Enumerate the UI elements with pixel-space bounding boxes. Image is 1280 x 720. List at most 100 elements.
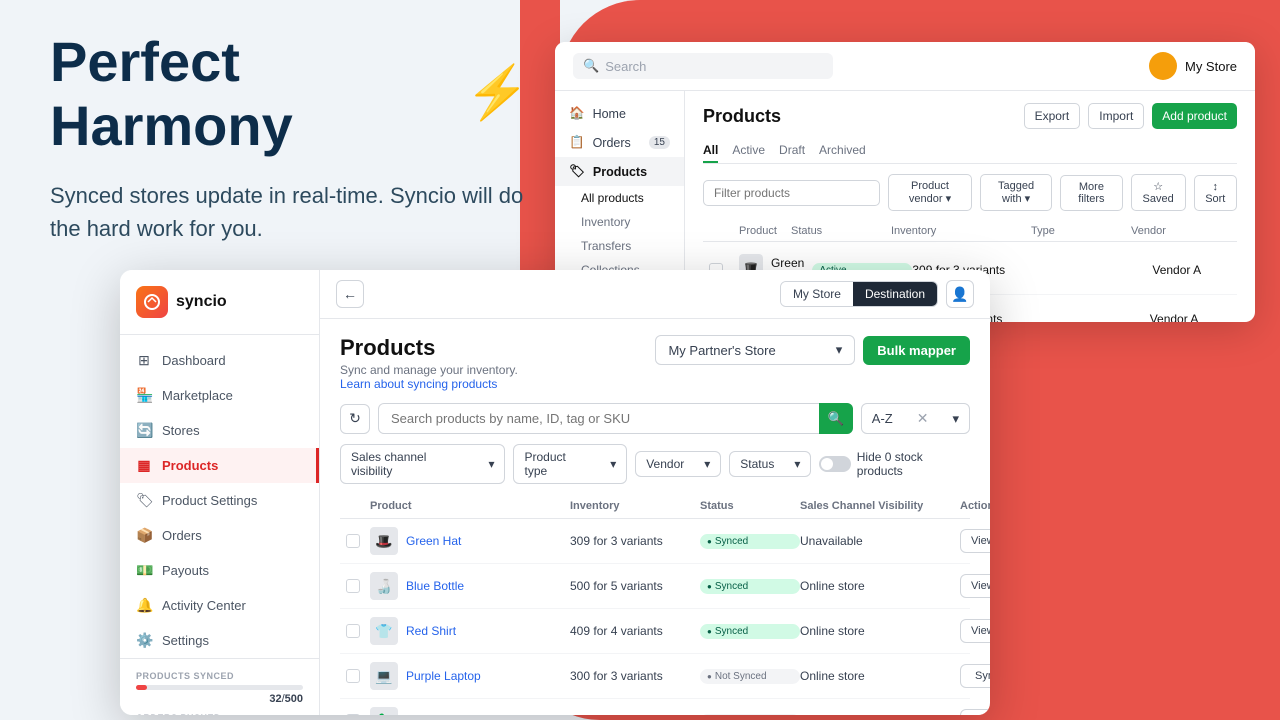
row4-product-link[interactable]: Purple Laptop — [406, 669, 481, 683]
shopify-col-type: Type — [1031, 225, 1131, 237]
syncio-nav-product-settings[interactable]: 🏷 Product Settings — [120, 483, 319, 518]
refresh-button[interactable]: ↻ — [340, 404, 370, 434]
shopify-nav-products[interactable]: 🏷 Products — [555, 157, 684, 186]
shopify-sub-all-products[interactable]: All products — [555, 186, 684, 210]
shopify-nav-orders[interactable]: 📋 Orders 15 — [555, 128, 684, 157]
syncio-nav-marketplace[interactable]: 🏪 Marketplace — [120, 378, 319, 413]
row1-view-sync-button[interactable]: View sync — [960, 529, 990, 553]
shopify-saved-filter[interactable]: ☆ Saved — [1131, 174, 1186, 211]
shopify-main-header: Products Export Import Add product — [703, 103, 1237, 129]
search-submit-button[interactable]: 🔍 — [819, 403, 853, 434]
row5-checkbox[interactable] — [346, 714, 360, 715]
syncio-nav-stores[interactable]: 🔄 Stores — [120, 413, 319, 448]
row4-checkbox[interactable] — [346, 669, 360, 683]
row2-view-sync-button[interactable]: View sync — [960, 574, 990, 598]
dashboard-icon: ⊞ — [136, 352, 152, 369]
shopify-tab-draft[interactable]: Draft — [779, 139, 805, 163]
row5-status-badge: Not Synced — [700, 714, 800, 716]
shopify-export-button[interactable]: Export — [1024, 103, 1081, 129]
hide-zero-stock-toggle[interactable] — [819, 456, 850, 472]
bulk-mapper-button[interactable]: Bulk mapper — [863, 336, 970, 365]
shopify-more-filters[interactable]: More filters — [1060, 175, 1123, 211]
shopify-vendor-filter[interactable]: Product vendor ▾ — [888, 174, 972, 211]
shopify-row2-vendor: Vendor A — [1150, 312, 1250, 322]
marketplace-icon: 🏪 — [136, 387, 152, 404]
sort-clear-icon[interactable]: ✕ — [917, 410, 929, 427]
shopify-topbar: 🔍 Search My Store — [555, 42, 1255, 91]
home-icon: 🏠 — [569, 106, 585, 121]
row3-channel: Online store — [800, 624, 960, 638]
shopify-col-status: Status — [791, 225, 891, 237]
syncio-nav-payouts[interactable]: 💵 Payouts — [120, 553, 319, 588]
row1-checkbox[interactable] — [346, 534, 360, 548]
col-status-header: Status — [700, 500, 800, 512]
shopify-col-product: Product — [739, 225, 791, 237]
shopify-import-button[interactable]: Import — [1088, 103, 1144, 129]
row2-action-group: View sync ▾ — [960, 574, 990, 599]
row5-product-link[interactable]: Yellow Rubber Duck — [406, 714, 514, 715]
shopify-tab-active[interactable]: Active — [732, 139, 765, 163]
row4-product-cell: 💻 Purple Laptop — [370, 662, 570, 690]
destination-toggle-btn[interactable]: Destination — [853, 282, 937, 306]
shopify-col-vendor: Vendor — [1131, 225, 1231, 237]
product-type-filter[interactable]: Product type ▾ — [513, 444, 627, 484]
shopify-search[interactable]: 🔍 Search — [573, 53, 833, 79]
product-settings-icon: 🏷 — [136, 492, 152, 509]
row3-action-group: View sync ▾ — [960, 619, 990, 644]
col-check-header — [346, 500, 370, 512]
row1-product-cell: 🎩 Green Hat — [370, 527, 570, 555]
shopify-row1-vendor: Vendor A — [1152, 263, 1252, 277]
table-row: 🍶 Blue Bottle 500 for 5 variants Synced … — [340, 564, 970, 609]
syncio-nav-dashboard[interactable]: ⊞ Dashboard — [120, 343, 319, 378]
shopify-sub-inventory[interactable]: Inventory — [555, 210, 684, 234]
syncio-nav-marketplace-label: Marketplace — [162, 388, 233, 403]
row4-sync-button[interactable]: Sync — [960, 664, 990, 688]
hero-subtitle: Synced stores update in real-time. Synci… — [50, 179, 530, 245]
vendor-filter[interactable]: Vendor ▾ — [635, 451, 721, 477]
row2-product-link[interactable]: Blue Bottle — [406, 579, 464, 593]
syncio-logo-icon — [136, 286, 168, 318]
user-icon-button[interactable]: 👤 — [946, 280, 974, 308]
learn-link[interactable]: Learn about syncing products — [340, 377, 497, 391]
row1-product-link[interactable]: Green Hat — [406, 534, 461, 548]
col-inventory-header: Inventory — [570, 500, 700, 512]
row3-view-sync-button[interactable]: View sync — [960, 619, 990, 643]
row3-checkbox[interactable] — [346, 624, 360, 638]
syncio-nav-settings[interactable]: ⚙️ Settings — [120, 623, 319, 658]
shopify-tagged-filter[interactable]: Tagged with ▾ — [980, 174, 1052, 211]
shopify-nav-products-label: Products — [593, 165, 647, 179]
shopify-filter-input[interactable] — [703, 180, 880, 206]
sales-channel-filter[interactable]: Sales channel visibility ▾ — [340, 444, 505, 484]
status-filter[interactable]: Status ▾ — [729, 451, 811, 477]
shopify-add-product-button[interactable]: Add product — [1152, 103, 1237, 129]
products-subtitle-text: Sync and manage your inventory. — [340, 363, 518, 377]
shopify-sort-button[interactable]: ↕ Sort — [1194, 175, 1237, 211]
row2-status-badge: Synced — [700, 579, 800, 594]
row5-product-cell: 🦆 Yellow Rubber Duck — [370, 707, 570, 715]
products-title-group: Products Sync and manage your inventory.… — [340, 335, 518, 391]
shopify-tab-all[interactable]: All — [703, 139, 718, 163]
shopify-sub-transfers[interactable]: Transfers — [555, 234, 684, 258]
row3-product-link[interactable]: Red Shirt — [406, 624, 456, 638]
partner-store-dropdown[interactable]: My Partner's Store ▾ — [655, 335, 855, 365]
shopify-tab-archived[interactable]: Archived — [819, 139, 866, 163]
row1-channel: Unavailable — [800, 534, 960, 548]
back-button[interactable]: ← — [336, 280, 364, 308]
col-actions-header: Actions — [960, 500, 990, 512]
products-synced-stat: PRODUCTS SYNCED 32/500 — [136, 671, 303, 705]
syncio-topbar: ← My Store Destination 👤 — [320, 270, 990, 319]
my-store-toggle-btn[interactable]: My Store — [781, 282, 853, 306]
row1-status-badge: Synced — [700, 534, 800, 549]
syncio-nav-orders[interactable]: 📦 Orders — [120, 518, 319, 553]
shopify-nav-home[interactable]: 🏠 Home — [555, 99, 684, 128]
shopify-col-inventory: Inventory — [891, 225, 1031, 237]
row2-checkbox[interactable] — [346, 579, 360, 593]
syncio-nav-activity[interactable]: 🔔 Activity Center — [120, 588, 319, 623]
vendor-chevron: ▾ — [704, 457, 710, 471]
orders-icon: 📋 — [569, 135, 585, 150]
row5-inventory: 300 for 3 variants — [570, 714, 700, 715]
products-synced-max: 500 — [285, 693, 303, 705]
syncio-nav-products[interactable]: ▦ Products — [120, 448, 319, 483]
sort-select[interactable]: A-Z ✕ ▾ — [861, 403, 970, 434]
search-input[interactable] — [378, 403, 853, 434]
